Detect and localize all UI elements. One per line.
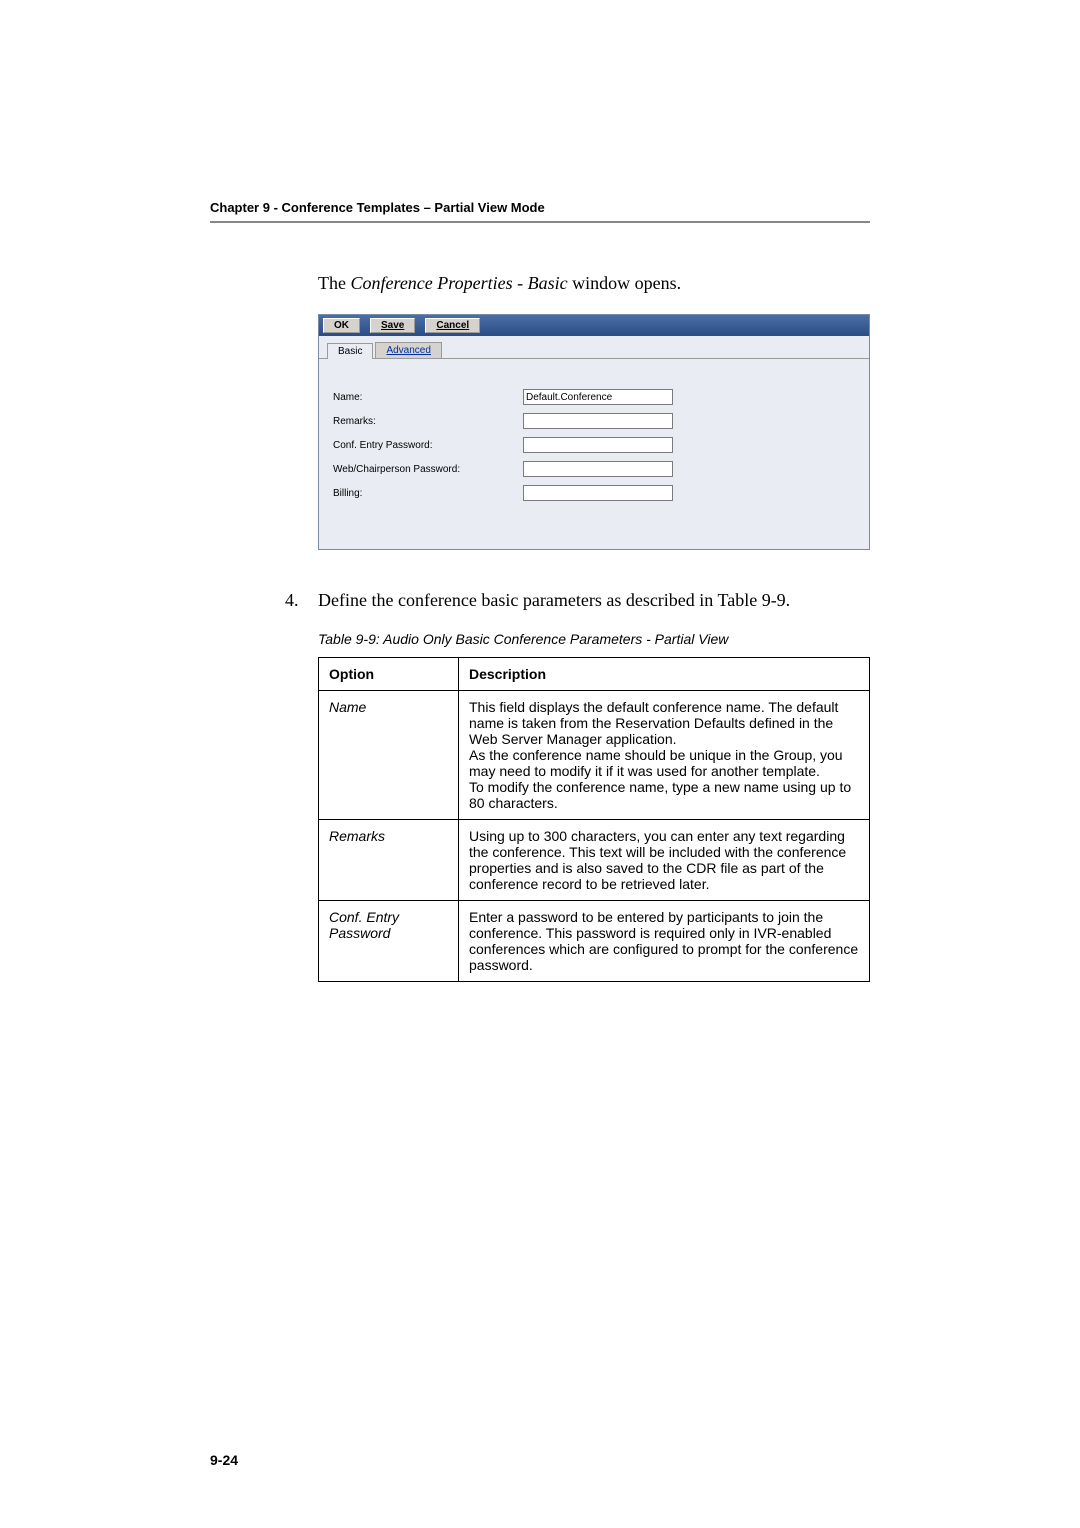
- tab-basic-label: Basic: [338, 346, 362, 357]
- field-row-billing: Billing:: [333, 485, 855, 501]
- field-row-entry-password: Conf. Entry Password:: [333, 437, 855, 453]
- table-row: Name This field displays the default con…: [319, 691, 870, 820]
- chair-password-label: Web/Chairperson Password:: [333, 464, 523, 475]
- intro-italic-text: Conference Properties - Basic: [350, 273, 567, 293]
- ok-button[interactable]: OK: [323, 318, 360, 333]
- option-cell: Name: [319, 691, 459, 820]
- table-header-row: Option Description: [319, 658, 870, 691]
- tab-basic[interactable]: Basic: [327, 343, 373, 359]
- parameters-table: Option Description Name This field displ…: [318, 657, 870, 982]
- name-input[interactable]: [523, 389, 673, 405]
- conference-properties-dialog: OK Save Cancel Basic Advanced Name: Rema…: [318, 314, 870, 550]
- dialog-body: Name: Remarks: Conf. Entry Password: Web…: [319, 358, 869, 549]
- chair-password-input[interactable]: [523, 461, 673, 477]
- table-row: Remarks Using up to 300 characters, you …: [319, 820, 870, 901]
- entry-password-label: Conf. Entry Password:: [333, 440, 523, 451]
- option-cell: Conf. Entry Password: [319, 901, 459, 982]
- option-cell: Remarks: [319, 820, 459, 901]
- save-button[interactable]: Save: [370, 318, 415, 333]
- entry-password-input[interactable]: [523, 437, 673, 453]
- dialog-titlebar: OK Save Cancel: [319, 315, 869, 336]
- billing-label: Billing:: [333, 488, 523, 499]
- tab-advanced[interactable]: Advanced: [375, 342, 441, 358]
- header-rule: [210, 221, 870, 223]
- document-page: Chapter 9 - Conference Templates – Parti…: [0, 0, 1080, 1528]
- description-cell: Enter a password to be entered by partic…: [459, 901, 870, 982]
- chapter-header: Chapter 9 - Conference Templates – Parti…: [210, 200, 870, 215]
- intro-suffix-text: window opens.: [568, 273, 682, 293]
- step-number: 4.: [285, 590, 318, 611]
- intro-line: The Conference Properties - Basic window…: [318, 273, 870, 294]
- step-text: Define the conference basic parameters a…: [318, 590, 790, 611]
- cancel-button[interactable]: Cancel: [425, 318, 480, 333]
- tab-advanced-label: Advanced: [386, 345, 430, 356]
- table-row: Conf. Entry Password Enter a password to…: [319, 901, 870, 982]
- description-cell: This field displays the default conferen…: [459, 691, 870, 820]
- page-number: 9-24: [210, 1452, 238, 1468]
- table-caption: Table 9-9: Audio Only Basic Conference P…: [318, 631, 870, 647]
- field-row-chair-password: Web/Chairperson Password:: [333, 461, 855, 477]
- field-row-name: Name:: [333, 389, 855, 405]
- col-description: Description: [459, 658, 870, 691]
- billing-input[interactable]: [523, 485, 673, 501]
- description-cell: Using up to 300 characters, you can ente…: [459, 820, 870, 901]
- tab-row: Basic Advanced: [319, 336, 869, 358]
- remarks-input[interactable]: [523, 413, 673, 429]
- col-option: Option: [319, 658, 459, 691]
- step-4: 4. Define the conference basic parameter…: [285, 590, 870, 611]
- name-label: Name:: [333, 392, 523, 403]
- field-row-remarks: Remarks:: [333, 413, 855, 429]
- remarks-label: Remarks:: [333, 416, 523, 427]
- intro-prefix-text: The: [318, 273, 350, 293]
